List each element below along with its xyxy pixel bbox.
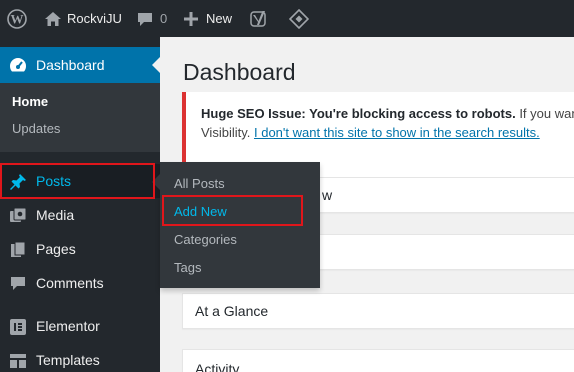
widget-title: w [322,187,333,203]
dashboard-submenu: Home Updates [0,83,160,152]
sidebar-item-label: Media [36,207,75,223]
current-menu-arrow [152,57,160,73]
page-title: Dashboard [183,59,296,85]
sidebar-item-label: Pages [36,241,76,257]
flyout-item-categories[interactable]: Categories [174,232,237,247]
sidebar-item-pages[interactable]: Pages [0,232,160,266]
sidebar-item-label: Posts [36,173,72,189]
yoast-icon[interactable] [250,0,268,37]
comment-bubble-icon [138,12,152,26]
sidebar-item-label: Templates [36,352,100,368]
search-visibility-link[interactable]: I don't want this site to show in the se… [254,125,540,140]
templates-icon [10,354,26,368]
sidebar-item-dashboard[interactable]: Dashboard [0,47,160,83]
sidebar-item-comments[interactable]: Comments [0,266,160,300]
flyout-item-add-new[interactable]: Add New [174,204,227,219]
new-label: New [206,11,233,26]
widget-activity[interactable]: Activity [182,349,574,372]
site-name-menu[interactable]: RockviJU [44,0,122,37]
comments-count: 0 [160,11,168,26]
elementor-icon [10,319,26,335]
flyout-caret [152,174,160,190]
new-content-menu[interactable]: New [183,0,232,37]
media-icon [10,207,27,222]
sidebar-item-label: Dashboard [36,57,105,73]
submenu-item-updates[interactable]: Updates [12,121,60,136]
widget-title: At a Glance [195,303,269,319]
sidebar-item-media[interactable]: Media [0,198,160,232]
svg-text:W: W [11,11,24,26]
submenu-item-home[interactable]: Home [12,94,48,109]
notice-text: Huge SEO Issue: You're blocking access t… [201,106,574,121]
sidebar-item-posts[interactable]: Posts [0,164,160,198]
sidebar-item-templates[interactable]: Templates [0,343,160,372]
plus-icon [184,11,198,26]
notice-line-2: Visibility. I don't want this site to sh… [201,125,540,140]
notice-bold-text: Huge SEO Issue: You're blocking access t… [201,106,516,121]
flyout-item-all-posts[interactable]: All Posts [174,176,225,191]
comments-menu[interactable]: 0 [136,0,167,37]
admin-sidebar: Dashboard Home Updates Posts Media Pages… [0,37,160,372]
admin-bar: W RockviJU 0 New [0,0,574,37]
site-name: RockviJU [67,11,122,26]
home-icon [45,11,61,26]
notice-prefix: Visibility. [201,125,254,140]
menu-separator [0,300,160,309]
sidebar-item-label: Elementor [36,318,100,334]
sidebar-item-elementor[interactable]: Elementor [0,309,160,343]
wordpress-logo-icon[interactable]: W [7,0,27,37]
posts-flyout-submenu: All Posts Add New Categories Tags [152,162,320,288]
comments-icon [11,277,25,290]
flyout-item-tags[interactable]: Tags [174,260,201,275]
widget-title: Activity [195,361,240,372]
widget-at-a-glance[interactable]: At a Glance [182,293,574,329]
dashboard-gauge-icon [9,58,27,72]
pin-icon [10,174,26,190]
pages-icon [11,241,26,257]
sidebar-item-label: Comments [36,275,104,291]
notice-rest-text: If you want se [519,106,574,121]
diamond-plugin-icon[interactable] [289,0,309,37]
